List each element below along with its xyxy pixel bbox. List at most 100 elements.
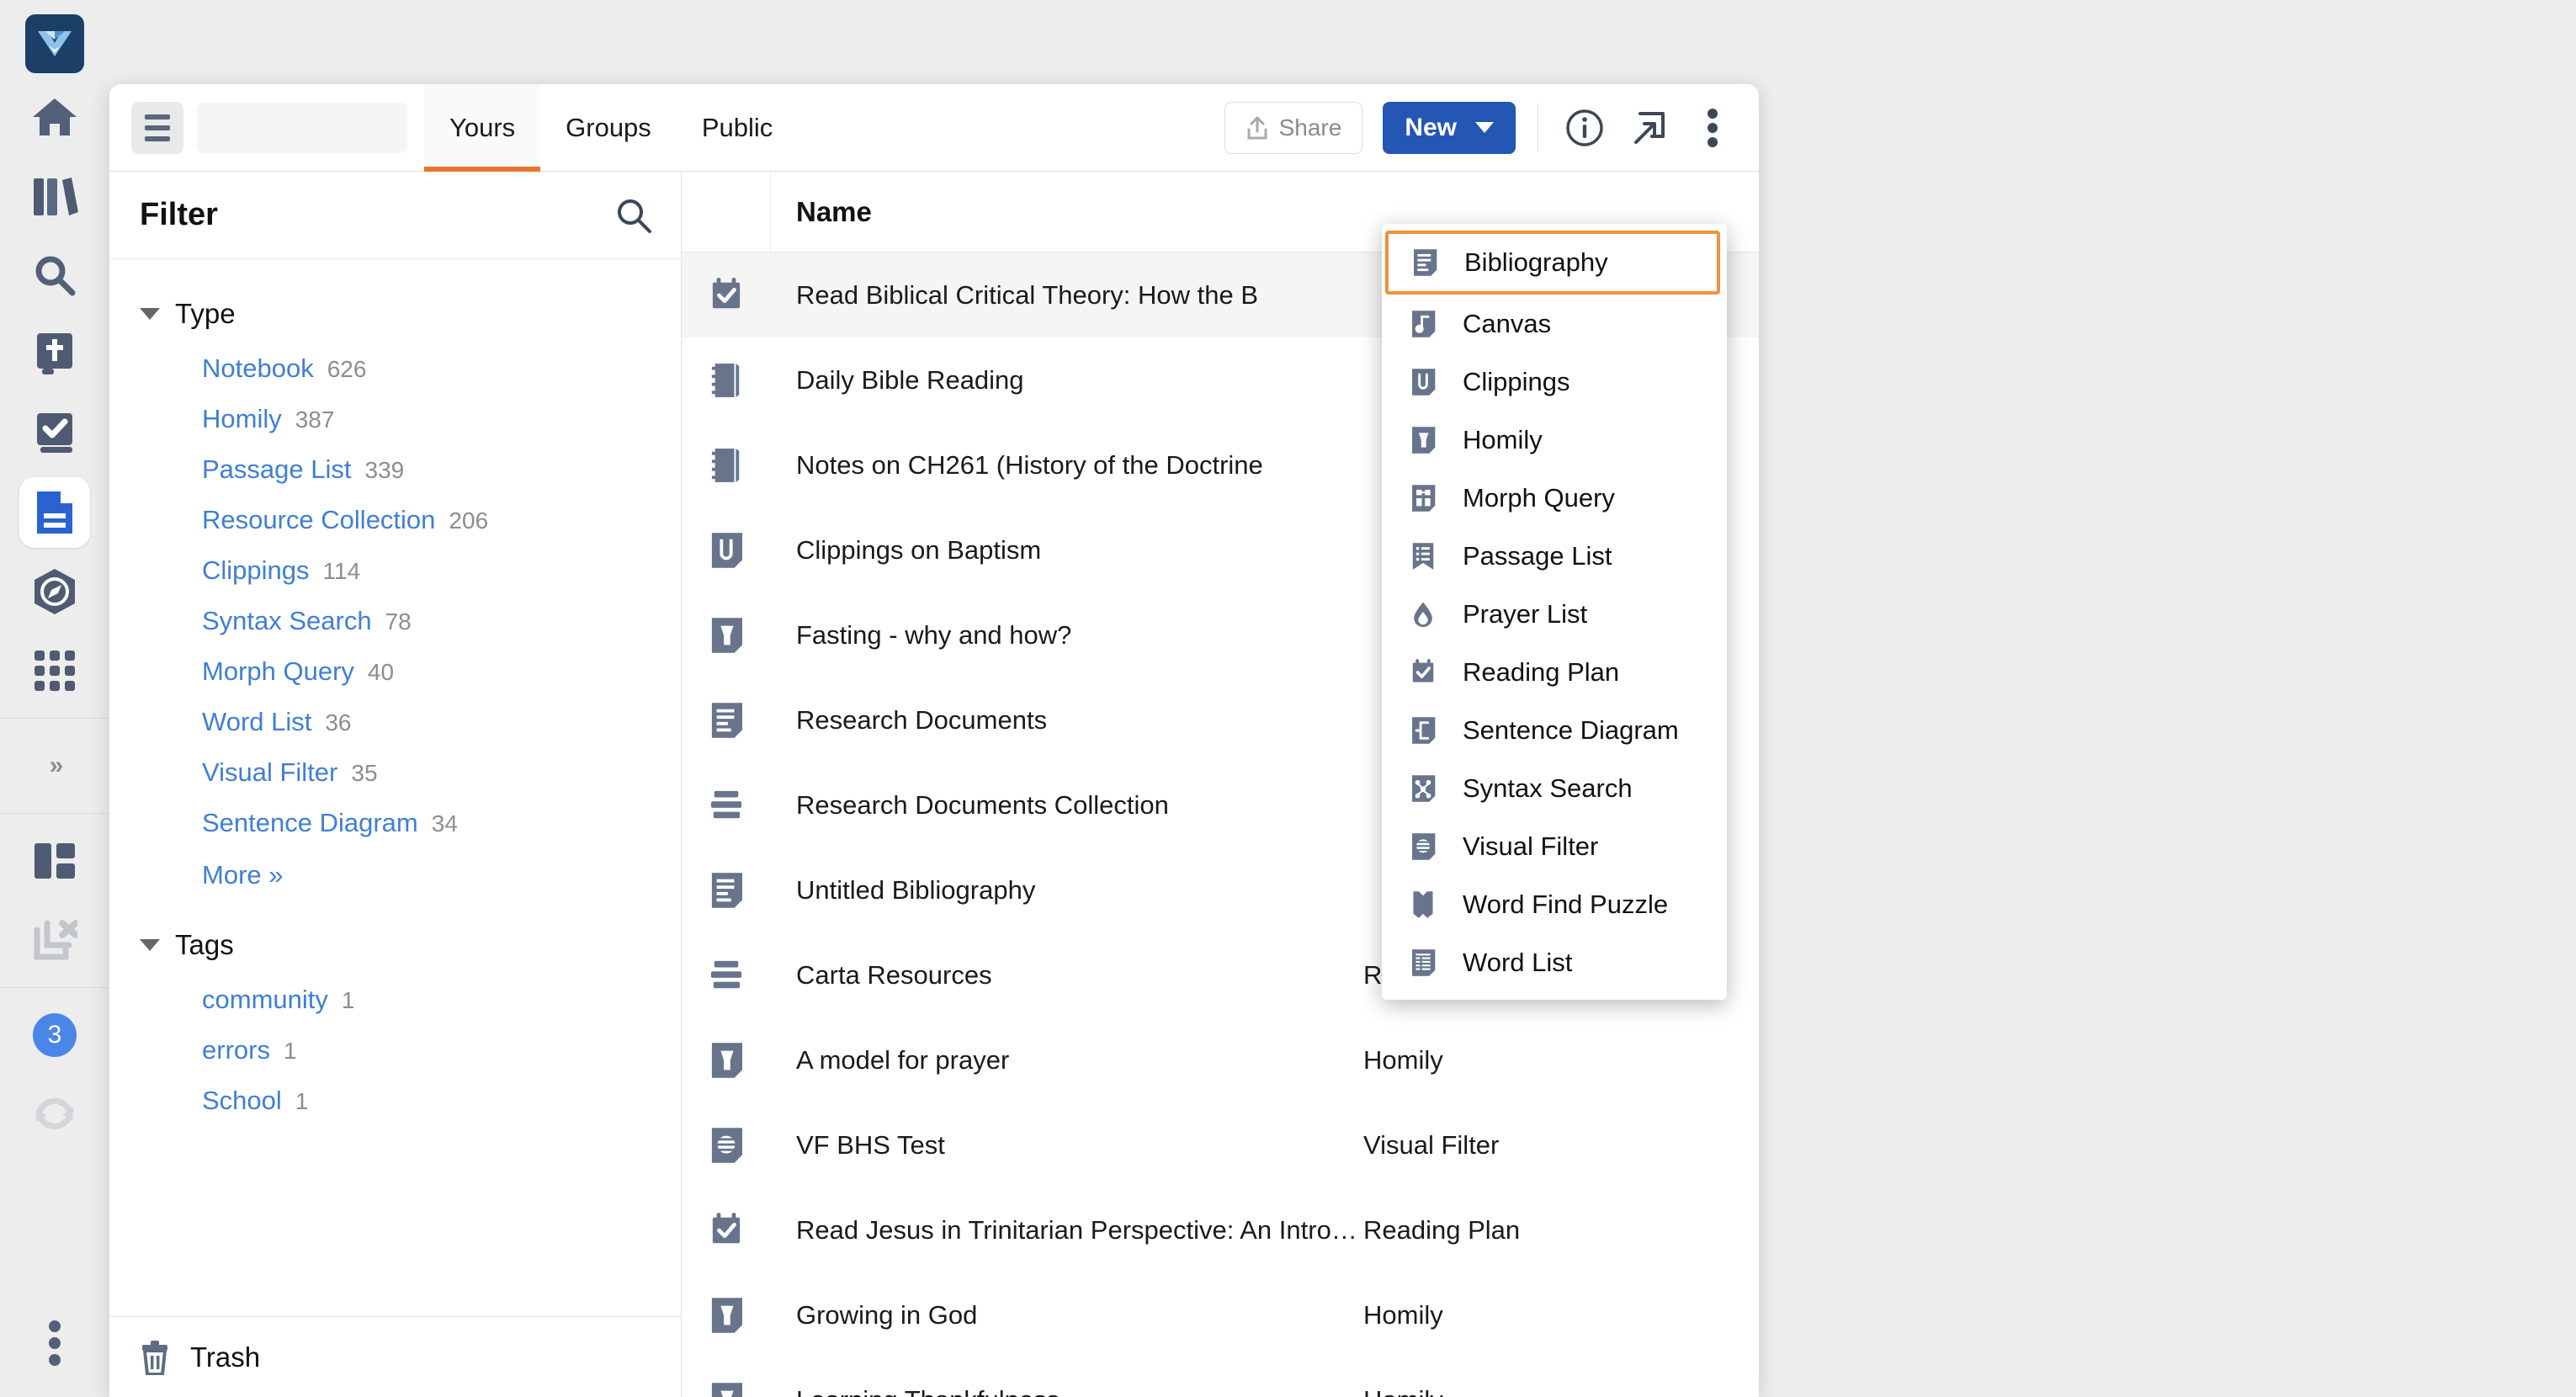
- notebook-icon: [682, 447, 771, 484]
- facet-item-sentence-diagram[interactable]: Sentence Diagram 34: [109, 798, 681, 848]
- new-button[interactable]: New: [1383, 101, 1516, 154]
- facet-label: Sentence Diagram: [202, 808, 418, 837]
- apps-grid-icon: [33, 649, 77, 693]
- facet-more-type[interactable]: More »: [109, 848, 681, 902]
- search-icon[interactable]: [615, 197, 652, 234]
- chevron-down-icon: [140, 939, 160, 951]
- column-name-header[interactable]: Name: [771, 196, 872, 228]
- menu-item-passage-list[interactable]: Passage List: [1382, 527, 1727, 585]
- toolbar-overflow-button[interactable]: [1688, 104, 1737, 152]
- tab-yours[interactable]: Yours: [424, 84, 541, 172]
- rail-divider-3: [0, 987, 109, 988]
- popout-button[interactable]: [1624, 104, 1673, 152]
- tab-label: Public: [701, 112, 773, 142]
- facet-item-morph-query[interactable]: Morph Query 40: [109, 646, 681, 697]
- menu-item-bibliography[interactable]: Bibliography: [1385, 231, 1720, 295]
- facet-item-visual-filter[interactable]: Visual Filter 35: [109, 747, 681, 798]
- facet-count: 34: [431, 810, 458, 837]
- facet-item-community[interactable]: community 1: [109, 975, 681, 1025]
- table-row[interactable]: VF BHS Test Visual Filter: [682, 1102, 1759, 1187]
- documents-window: Yours Groups Public Share New Filter Typ…: [109, 84, 1759, 1397]
- facet-item-errors[interactable]: errors 1: [109, 1025, 681, 1076]
- facet-label: community: [202, 985, 328, 1014]
- rail-overflow-button[interactable]: [19, 1308, 90, 1378]
- table-row[interactable]: Read Jesus in Trinitarian Perspective: A…: [682, 1187, 1759, 1272]
- facet-label: errors: [202, 1035, 270, 1065]
- facet-item-clippings[interactable]: Clippings 114: [109, 545, 681, 596]
- chevron-double-right-icon: »: [49, 752, 64, 779]
- menu-item-prayer-list[interactable]: Prayer List: [1382, 585, 1727, 643]
- facet-item-notebook[interactable]: Notebook 626: [109, 343, 681, 394]
- bibliography-icon: [682, 872, 771, 909]
- menu-item-visual-filter[interactable]: Visual Filter: [1382, 817, 1727, 875]
- facet-item-passage-list[interactable]: Passage List 339: [109, 444, 681, 495]
- facet-item-word-list[interactable]: Word List 36: [109, 697, 681, 747]
- row-type: Homily: [1363, 1385, 1759, 1397]
- sidebar-item-search[interactable]: [19, 240, 90, 311]
- search-icon: [33, 253, 77, 297]
- sidebar-item-bible[interactable]: [19, 319, 90, 390]
- bibliography-icon: [1407, 245, 1442, 280]
- sidebar-item-close-all[interactable]: [19, 905, 90, 975]
- rail-expand-button[interactable]: »: [19, 730, 90, 801]
- facet-label: Word List: [202, 707, 312, 736]
- sidebar-item-layouts[interactable]: [19, 826, 90, 896]
- menu-item-clippings[interactable]: Clippings: [1382, 353, 1727, 411]
- facet-count: 339: [364, 457, 405, 483]
- collection-icon: [682, 959, 771, 992]
- homily-icon: [682, 1297, 771, 1334]
- menu-item-word-find-puzzle[interactable]: Word Find Puzzle: [1382, 875, 1727, 933]
- notifications-button[interactable]: 3: [19, 1000, 90, 1070]
- homily-icon: [682, 617, 771, 654]
- table-row[interactable]: Learning ThankfulnessHomily: [682, 1357, 1759, 1397]
- logos-logo[interactable]: [25, 14, 84, 73]
- panel-menu-button[interactable]: [131, 101, 183, 154]
- menu-item-morph-query[interactable]: Morph Query: [1382, 469, 1727, 527]
- facet-item-homily[interactable]: Homily 387: [109, 394, 681, 444]
- sidebar-item-home[interactable]: [19, 82, 90, 152]
- menu-item-reading-plan[interactable]: Reading Plan: [1382, 643, 1727, 701]
- sidebar-item-library[interactable]: [19, 161, 90, 231]
- table-row[interactable]: Growing in God Homily: [682, 1272, 1759, 1357]
- menu-item-sentence-diagram[interactable]: Sentence Diagram: [1382, 701, 1727, 759]
- row-type: Visual Filter: [1363, 1129, 1500, 1160]
- visual-filter-icon: [682, 1127, 771, 1164]
- clippings-icon: [682, 532, 771, 569]
- facet-group-tags[interactable]: Tags: [109, 916, 681, 975]
- sidebar-item-reading-plans[interactable]: [19, 398, 90, 469]
- toolbar-search-box[interactable]: [197, 102, 494, 153]
- facet-item-school[interactable]: School 1: [109, 1076, 681, 1126]
- sidebar-item-documents[interactable]: [19, 477, 90, 548]
- facet-group-label: Type: [175, 298, 236, 329]
- toolbar-actions: Share New: [1224, 101, 1759, 154]
- menu-item-canvas[interactable]: Canvas: [1382, 295, 1727, 353]
- menu-item-label: Homily: [1463, 424, 1543, 454]
- share-button[interactable]: Share: [1224, 101, 1363, 154]
- sidebar-item-guides[interactable]: [19, 556, 90, 627]
- facet-group-type[interactable]: Type: [109, 284, 681, 343]
- info-button[interactable]: [1560, 104, 1609, 152]
- table-row[interactable]: A model for prayer Homily: [682, 1017, 1759, 1102]
- filter-title: Filter: [140, 197, 218, 232]
- facet-item-resource-collection[interactable]: Resource Collection 206: [109, 495, 681, 545]
- facet-count: 387: [295, 406, 335, 433]
- row-type: Reading Plan: [1363, 1214, 1521, 1245]
- reading-plan-icon: [682, 277, 771, 314]
- menu-item-label: Word Find Puzzle: [1463, 889, 1669, 919]
- menu-item-word-list[interactable]: Word List: [1382, 933, 1727, 991]
- app-rail: » 3: [0, 0, 109, 1397]
- facet-item-syntax-search[interactable]: Syntax Search 78: [109, 596, 681, 646]
- menu-item-syntax-search[interactable]: Syntax Search: [1382, 759, 1727, 817]
- sync-button[interactable]: [19, 1079, 90, 1150]
- sidebar-item-tools[interactable]: [19, 635, 90, 706]
- homily-icon: [1405, 422, 1441, 458]
- new-label: New: [1405, 113, 1457, 141]
- tab-public[interactable]: Public: [677, 84, 798, 172]
- row-name: Research Documents Collection: [796, 789, 1169, 820]
- sentence-diagram-icon: [1405, 713, 1441, 748]
- trash-button[interactable]: Trash: [109, 1316, 681, 1397]
- row-type: Homily: [1363, 1299, 1443, 1330]
- menu-item-homily[interactable]: Homily: [1382, 411, 1727, 469]
- hamburger-bar: [145, 114, 170, 120]
- tab-groups[interactable]: Groups: [540, 84, 677, 172]
